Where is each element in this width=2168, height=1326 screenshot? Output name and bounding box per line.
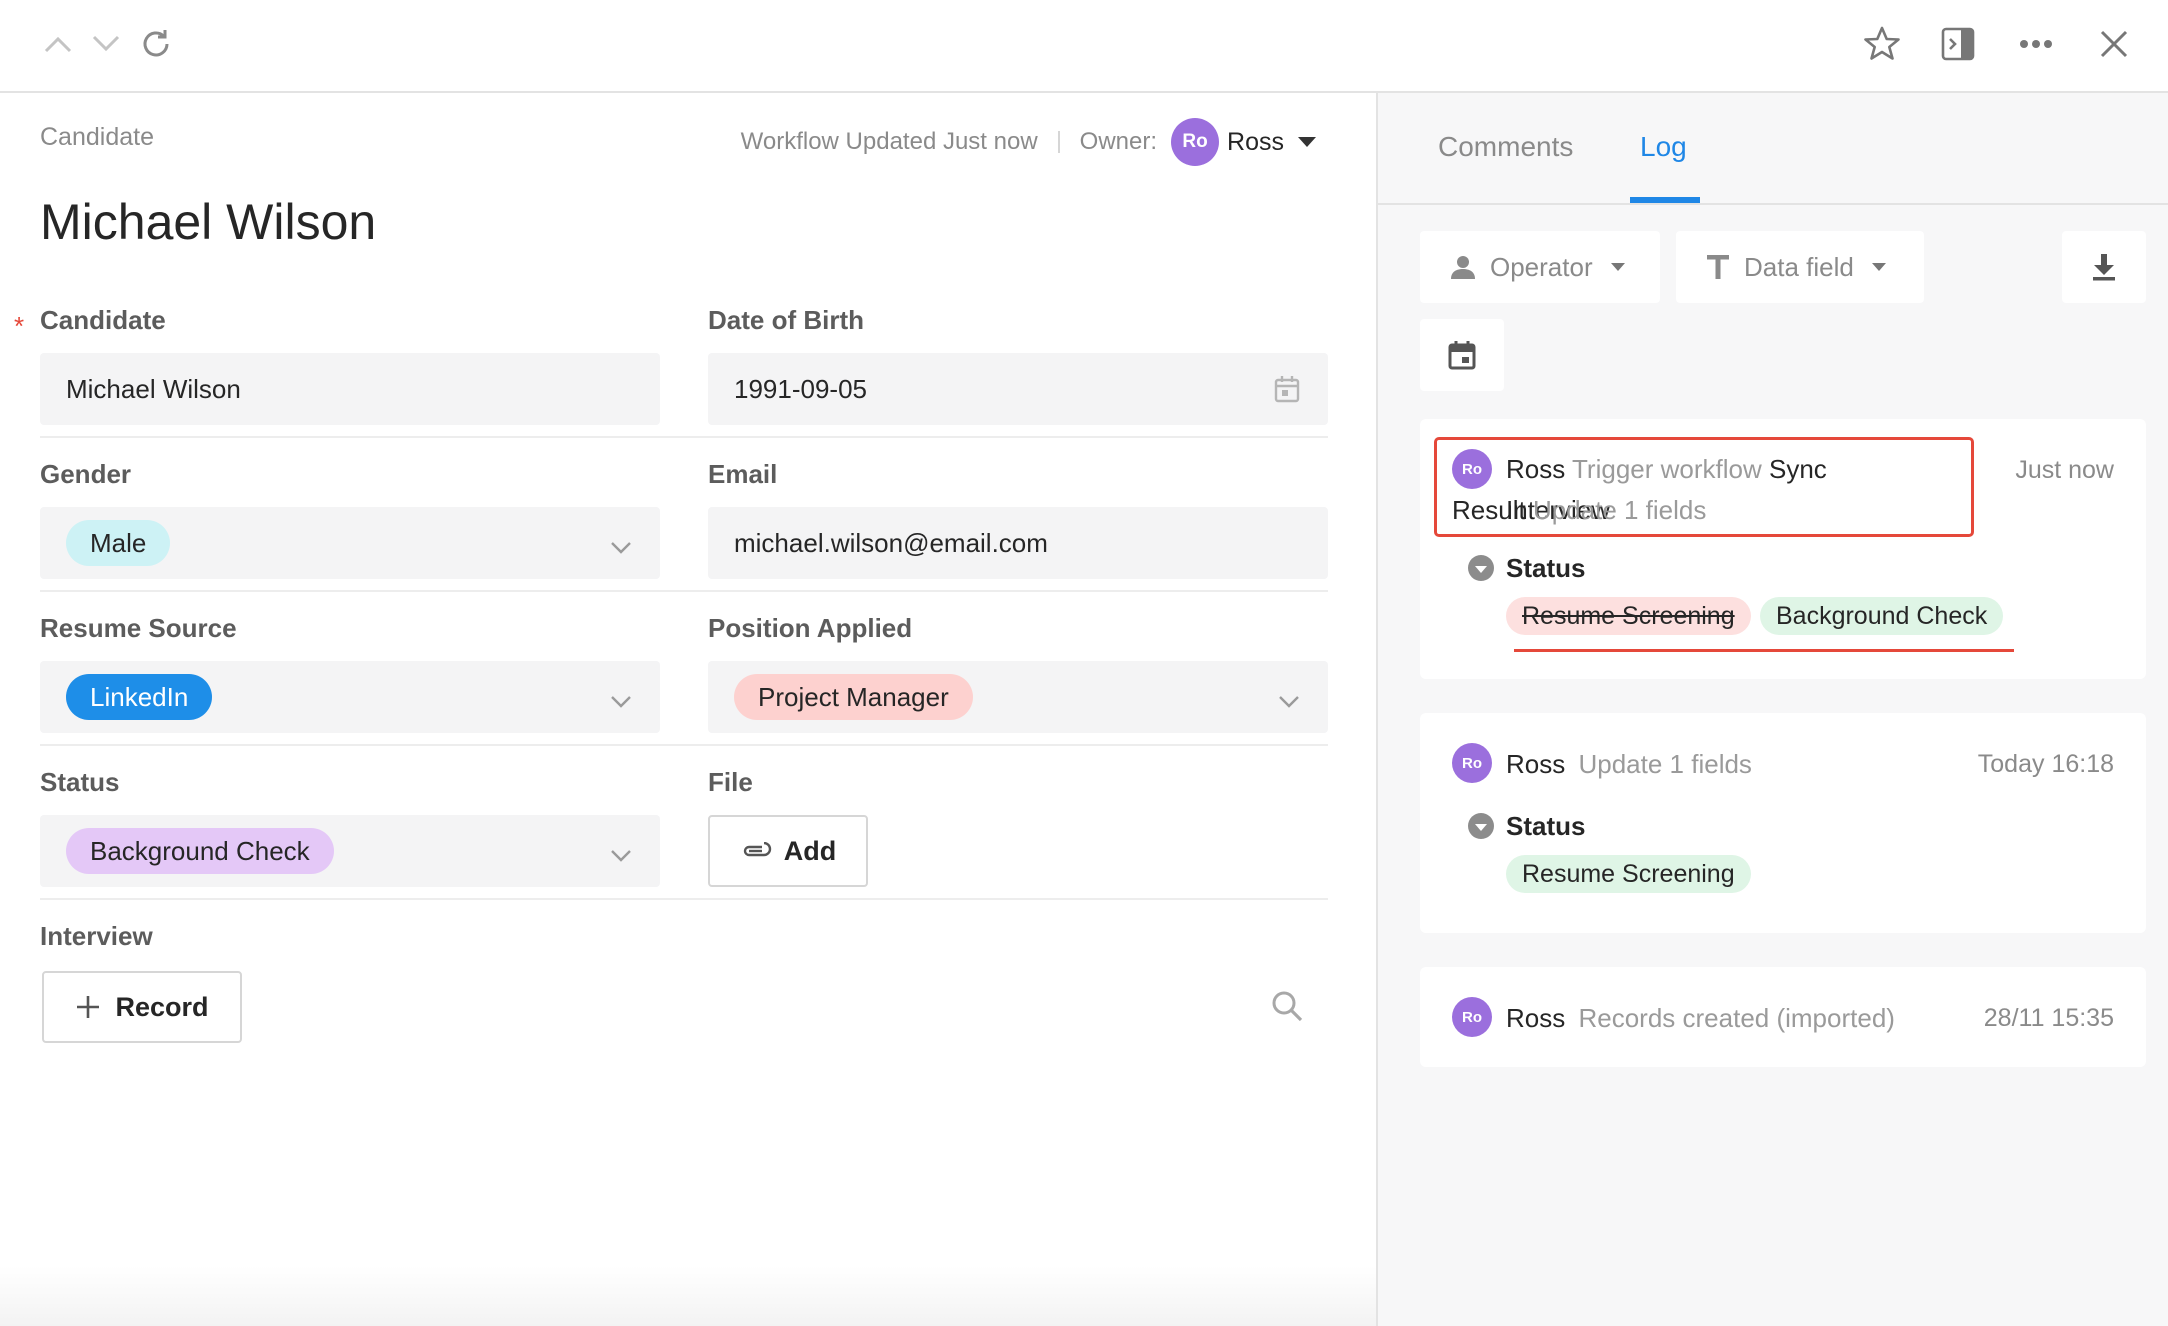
log-time: Just now [2015, 456, 2114, 484]
download-button[interactable] [2062, 231, 2146, 303]
panel-toggle-icon[interactable] [1932, 18, 1984, 70]
owner-label: Owner: [1079, 128, 1158, 155]
breadcrumb: Candidate [40, 123, 154, 151]
owner-name[interactable]: Ross [1227, 128, 1284, 157]
user-icon [1450, 254, 1476, 280]
owner-dropdown-icon[interactable] [1298, 137, 1316, 147]
resume-source-tag: LinkedIn [66, 674, 213, 720]
calendar-icon[interactable] [1274, 375, 1300, 410]
close-icon[interactable] [2088, 18, 2140, 70]
new-value-tag: Resume Screening [1506, 855, 1751, 893]
row-divider [40, 436, 1328, 438]
panel-tabs: Comments Log [1378, 93, 2168, 205]
position-label: Position Applied [708, 613, 913, 643]
record-detail-panel: Candidate Workflow Updated Just now Owne… [0, 93, 1376, 1326]
gender-select[interactable]: Male [40, 507, 660, 579]
log-summary: Ross Records created (imported) [1506, 1003, 1895, 1034]
operator-filter[interactable]: Operator [1420, 231, 1660, 303]
row-divider [40, 590, 1328, 592]
refresh-icon[interactable] [130, 18, 182, 70]
status-tag: Background Check [66, 828, 334, 874]
log-field-name: Status [1506, 553, 1586, 583]
data-field-filter[interactable]: Data field [1676, 231, 1924, 303]
candidate-value: Michael Wilson [66, 373, 241, 404]
log-summary: Ross Update 1 fields [1506, 749, 1752, 780]
status-select[interactable]: Background Check [40, 815, 660, 887]
caret-down-icon [1610, 263, 1625, 271]
caret-down-icon [1871, 263, 1886, 271]
log-detail: Update 1 fields [1578, 749, 1752, 779]
chevron-down-icon[interactable] [610, 839, 632, 870]
date-filter-button[interactable] [1420, 319, 1504, 391]
log-detail: Records created (imported) [1578, 1003, 1895, 1033]
candidate-label: Candidate [40, 305, 166, 335]
paperclip-icon [740, 842, 772, 860]
log-user-name: Ross [1506, 1003, 1566, 1033]
log-user-avatar: Ro [1452, 743, 1492, 783]
log-time: 28/11 15:35 [1983, 1004, 2114, 1032]
star-icon[interactable] [1856, 18, 1908, 70]
add-record-button[interactable]: Record [42, 971, 242, 1043]
gender-label: Gender [40, 459, 132, 489]
active-tab-indicator [1630, 197, 1700, 203]
search-icon[interactable] [1270, 989, 1304, 1028]
log-entry: Ro Ross Update 1 fields Today 16:18 Stat… [1420, 713, 2146, 933]
chevron-down-icon[interactable] [610, 531, 632, 562]
top-toolbar [0, 0, 2168, 93]
file-label: File [708, 767, 753, 797]
workflow-status: Workflow Updated Just now [740, 128, 1038, 155]
download-icon [2091, 253, 2117, 281]
calendar-icon [1448, 340, 1476, 370]
meta-divider [1057, 131, 1060, 153]
dob-label: Date of Birth [708, 305, 864, 335]
log-time: Today 16:18 [1977, 750, 2114, 778]
tab-log[interactable]: Log [1640, 131, 1687, 163]
required-marker: * [14, 311, 25, 341]
text-field-icon [1706, 254, 1730, 280]
chevron-up-icon[interactable] [32, 18, 84, 70]
chevron-down-icon[interactable] [80, 18, 132, 70]
add-file-label: Add [783, 835, 837, 866]
resume-source-select[interactable]: LinkedIn [40, 661, 660, 733]
bottom-shade [0, 1266, 1376, 1326]
chevron-down-icon[interactable] [1278, 685, 1300, 716]
candidate-field[interactable]: Michael Wilson [40, 353, 660, 425]
log-field-name: Status [1506, 811, 1586, 841]
activity-panel: Comments Log Operator Data field Ro Ross… [1376, 93, 2168, 1326]
highlight-underline [1514, 649, 2014, 652]
add-record-label: Record [115, 991, 209, 1022]
log-entry: Ro Ross Trigger workflow Sync Interview … [1420, 419, 2146, 679]
log-user-avatar: Ro [1452, 997, 1492, 1037]
chevron-down-icon[interactable] [610, 685, 632, 716]
collapse-icon[interactable] [1468, 813, 1494, 839]
page-title: Michael Wilson [40, 194, 377, 250]
resume-source-label: Resume Source [40, 613, 237, 643]
old-value-tag: Resume Screening [1506, 597, 1751, 635]
row-divider [40, 898, 1328, 900]
email-value: michael.wilson@email.com [734, 527, 1048, 558]
highlight-box [1434, 437, 1974, 537]
row-divider [40, 744, 1328, 746]
status-label: Status [40, 767, 120, 797]
log-user-name: Ross [1506, 749, 1566, 779]
add-file-button[interactable]: Add [708, 815, 868, 887]
tab-comments[interactable]: Comments [1438, 131, 1573, 163]
operator-filter-label: Operator [1490, 251, 1593, 282]
data-field-filter-label: Data field [1744, 251, 1854, 282]
new-value-tag: Background Check [1760, 597, 2004, 635]
position-tag: Project Manager [734, 674, 973, 720]
dob-field[interactable]: 1991-09-05 [708, 353, 1328, 425]
more-icon[interactable] [2010, 18, 2062, 70]
plus-icon [75, 994, 101, 1020]
email-label: Email [708, 459, 778, 489]
email-field[interactable]: michael.wilson@email.com [708, 507, 1328, 579]
collapse-icon[interactable] [1468, 555, 1494, 581]
owner-avatar[interactable]: Ro [1171, 118, 1220, 166]
dob-value: 1991-09-05 [734, 373, 867, 404]
record-meta: Workflow Updated Just now Owner: Ro Ross [741, 117, 1316, 167]
gender-tag: Male [66, 520, 171, 566]
log-entry: Ro Ross Records created (imported) 28/11… [1420, 967, 2146, 1067]
interview-label: Interview [40, 921, 153, 951]
position-select[interactable]: Project Manager [708, 661, 1328, 733]
